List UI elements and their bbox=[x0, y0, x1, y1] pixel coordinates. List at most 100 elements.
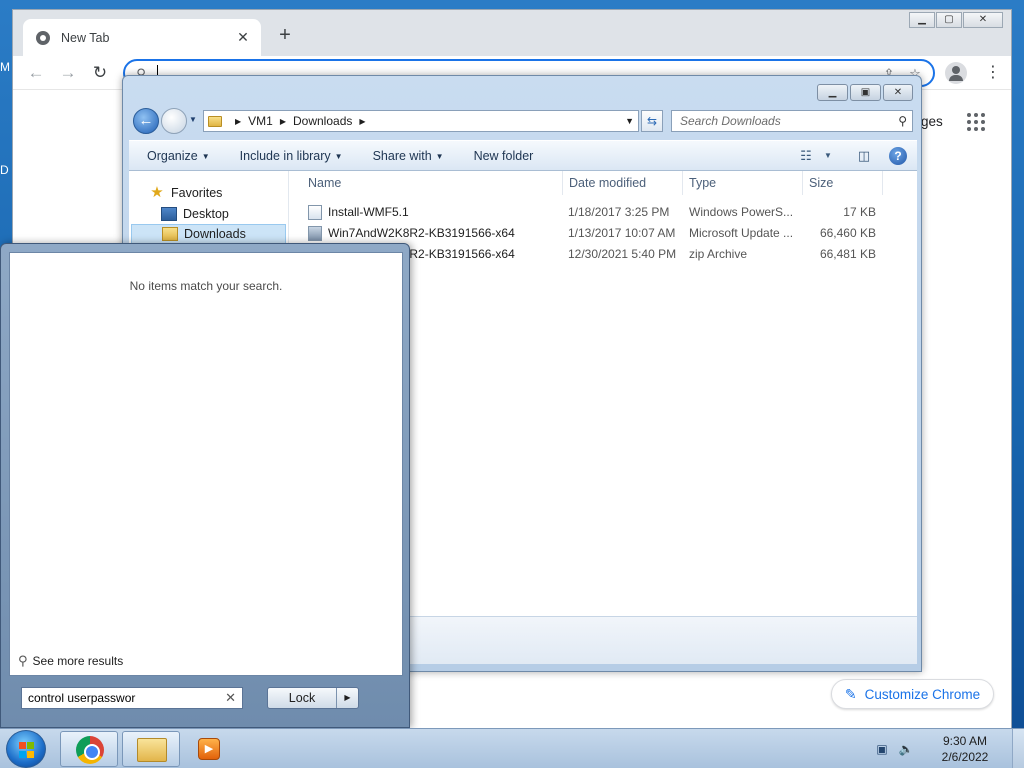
back-arrow-icon[interactable]: ← bbox=[25, 62, 47, 84]
desktop-edge-text: M bbox=[0, 60, 10, 74]
file-date: 1/18/2017 3:25 PM bbox=[568, 205, 670, 219]
preview-pane-icon[interactable]: ◫ bbox=[853, 145, 875, 167]
no-items-message: No items match your search. bbox=[129, 279, 283, 293]
file-date: 12/30/2021 5:40 PM bbox=[568, 247, 677, 261]
nav-item-label: Downloads bbox=[184, 227, 246, 241]
maximize-button[interactable]: ▢ bbox=[936, 12, 962, 28]
network-icon[interactable]: ▣ bbox=[874, 741, 890, 757]
share-with-menu[interactable]: Share with ▼ bbox=[373, 149, 444, 163]
help-icon[interactable]: ? bbox=[889, 147, 907, 165]
chevron-down-icon: ▼ bbox=[201, 151, 210, 161]
customize-chrome-label: Customize Chrome bbox=[864, 686, 981, 702]
show-desktop-button[interactable] bbox=[1012, 729, 1024, 768]
file-size: 66,481 KB bbox=[819, 247, 876, 261]
file-size: 66,460 KB bbox=[819, 226, 876, 240]
downloads-folder-icon bbox=[162, 227, 178, 241]
start-search-input[interactable]: control userpasswor ✕ bbox=[21, 687, 243, 709]
search-placeholder: Search Downloads bbox=[680, 114, 781, 128]
breadcrumb-downloads[interactable]: Downloads bbox=[293, 114, 352, 128]
customize-chrome-button[interactable]: ✎ Customize Chrome bbox=[831, 679, 994, 709]
new-folder-button[interactable]: New folder bbox=[474, 149, 534, 163]
change-view-icon[interactable]: ☷ bbox=[795, 145, 817, 167]
start-menu: No items match your search. ⚲ See more r… bbox=[0, 243, 410, 728]
clock[interactable]: 9:30 AM 2/6/2022 bbox=[922, 733, 1008, 765]
address-dropdown-icon[interactable]: ▼ bbox=[625, 116, 634, 126]
search-results-pane: No items match your search. ⚲ See more r… bbox=[9, 252, 403, 676]
column-header-name[interactable]: Name bbox=[302, 171, 563, 195]
profile-avatar-icon[interactable] bbox=[945, 62, 967, 84]
explorer-forward-button[interactable] bbox=[161, 108, 187, 134]
clear-search-icon[interactable]: ✕ bbox=[225, 688, 236, 708]
file-type: zip Archive bbox=[689, 247, 748, 261]
file-date: 1/13/2017 10:07 AM bbox=[568, 226, 676, 240]
breadcrumb-separator-icon[interactable]: ▶ bbox=[235, 117, 241, 126]
taskbar-media-player-button[interactable]: ▶ bbox=[182, 731, 240, 767]
start-button[interactable] bbox=[6, 730, 46, 768]
nav-item-favorites[interactable]: ★ Favorites bbox=[149, 183, 222, 203]
column-header-type[interactable]: Type bbox=[683, 171, 803, 195]
see-more-results-link[interactable]: ⚲ See more results bbox=[18, 653, 123, 669]
system-tray: ▣ 🔈 9:30 AM 2/6/2022 bbox=[874, 729, 1024, 768]
taskbar: ▶ ▣ 🔈 9:30 AM 2/6/2022 bbox=[0, 728, 1024, 768]
search-icon: ⚲ bbox=[18, 653, 28, 668]
tab-close-icon[interactable]: ✕ bbox=[235, 29, 251, 46]
explorer-minimize-button[interactable]: ▁ bbox=[817, 84, 848, 101]
apps-grid-icon[interactable] bbox=[967, 113, 985, 131]
volume-icon[interactable]: 🔈 bbox=[898, 741, 914, 757]
forward-arrow-icon[interactable]: → bbox=[57, 62, 79, 84]
column-header-date-modified[interactable]: Date modified bbox=[563, 171, 683, 195]
organize-menu[interactable]: Organize ▼ bbox=[147, 149, 210, 163]
history-dropdown-icon[interactable]: ▼ bbox=[189, 115, 197, 124]
explorer-close-button[interactable]: ✕ bbox=[883, 84, 913, 101]
reload-icon[interactable]: ↻ bbox=[89, 62, 111, 84]
include-in-library-menu[interactable]: Include in library ▼ bbox=[240, 149, 343, 163]
powershell-script-icon bbox=[308, 205, 322, 220]
view-dropdown-icon[interactable]: ▼ bbox=[817, 145, 839, 167]
file-row[interactable]: Win7AndW2K8R2-KB3191566-x64 1/13/2017 10… bbox=[290, 223, 890, 244]
search-icon: ⚲ bbox=[898, 114, 907, 128]
windows-logo-icon bbox=[19, 742, 35, 758]
new-tab-button[interactable]: + bbox=[273, 24, 297, 47]
explorer-maximize-button[interactable]: ▣ bbox=[850, 84, 881, 101]
nav-item-label: Desktop bbox=[183, 207, 229, 221]
nav-item-desktop[interactable]: Desktop bbox=[161, 204, 229, 224]
address-bar[interactable]: ▶ VM1 ▶ Downloads ▶ ▼ bbox=[203, 110, 639, 132]
file-name: Win7AndW2K8R2-KB3191566-x64 bbox=[328, 226, 515, 240]
taskbar-explorer-button[interactable] bbox=[122, 731, 180, 767]
tab-new-tab[interactable]: New Tab ✕ bbox=[23, 19, 261, 56]
shutdown-options-arrow-icon[interactable]: ▶ bbox=[336, 688, 358, 708]
command-bar-right: ☷ ▼ ◫ ? bbox=[787, 145, 907, 167]
explorer-navigation-row: ← ▼ ▶ VM1 ▶ Downloads ▶ ▼ ⇆ Search Downl… bbox=[129, 106, 917, 136]
explorer-back-button[interactable]: ← bbox=[133, 108, 159, 134]
minimize-button[interactable]: ▁ bbox=[909, 12, 935, 28]
chrome-favicon-icon bbox=[36, 30, 50, 45]
tab-title: New Tab bbox=[61, 30, 110, 45]
breadcrumb-separator-icon[interactable]: ▶ bbox=[280, 117, 286, 126]
chevron-down-icon: ▼ bbox=[334, 151, 343, 161]
close-button[interactable]: ✕ bbox=[963, 12, 1003, 28]
new-folder-label: New folder bbox=[473, 148, 534, 163]
file-type: Microsoft Update ... bbox=[689, 226, 794, 240]
explorer-search-input[interactable]: Search Downloads ⚲ bbox=[671, 110, 913, 132]
lock-button[interactable]: Lock ▶ bbox=[267, 687, 359, 709]
file-size: 17 KB bbox=[843, 205, 876, 219]
file-row[interactable]: Install-WMF5.1 1/18/2017 3:25 PM Windows… bbox=[290, 202, 890, 223]
menu-kebab-icon[interactable]: ⋮ bbox=[985, 62, 1001, 82]
nav-item-downloads[interactable]: Downloads bbox=[131, 224, 286, 244]
start-search-value: control userpasswor bbox=[28, 691, 136, 705]
refresh-icon[interactable]: ⇆ bbox=[641, 110, 663, 132]
nav-item-label: Favorites bbox=[171, 186, 223, 200]
file-type: Windows PowerS... bbox=[689, 205, 794, 219]
desktop-edge-text: D bbox=[0, 163, 9, 177]
clock-date: 2/6/2022 bbox=[941, 750, 989, 764]
breadcrumb-vm1[interactable]: VM1 bbox=[248, 114, 273, 128]
media-player-icon: ▶ bbox=[198, 738, 220, 760]
chevron-down-icon: ▼ bbox=[435, 151, 444, 161]
column-header-size[interactable]: Size bbox=[803, 171, 883, 195]
organize-label: Organize bbox=[147, 148, 198, 163]
chrome-titlebar: New Tab ✕ + ▁ ▢ ✕ bbox=[13, 10, 1011, 56]
taskbar-chrome-button[interactable] bbox=[60, 731, 118, 767]
images-link[interactable]: ges bbox=[921, 114, 943, 129]
lock-button-label: Lock bbox=[288, 691, 316, 705]
breadcrumb-separator-icon[interactable]: ▶ bbox=[359, 117, 365, 126]
